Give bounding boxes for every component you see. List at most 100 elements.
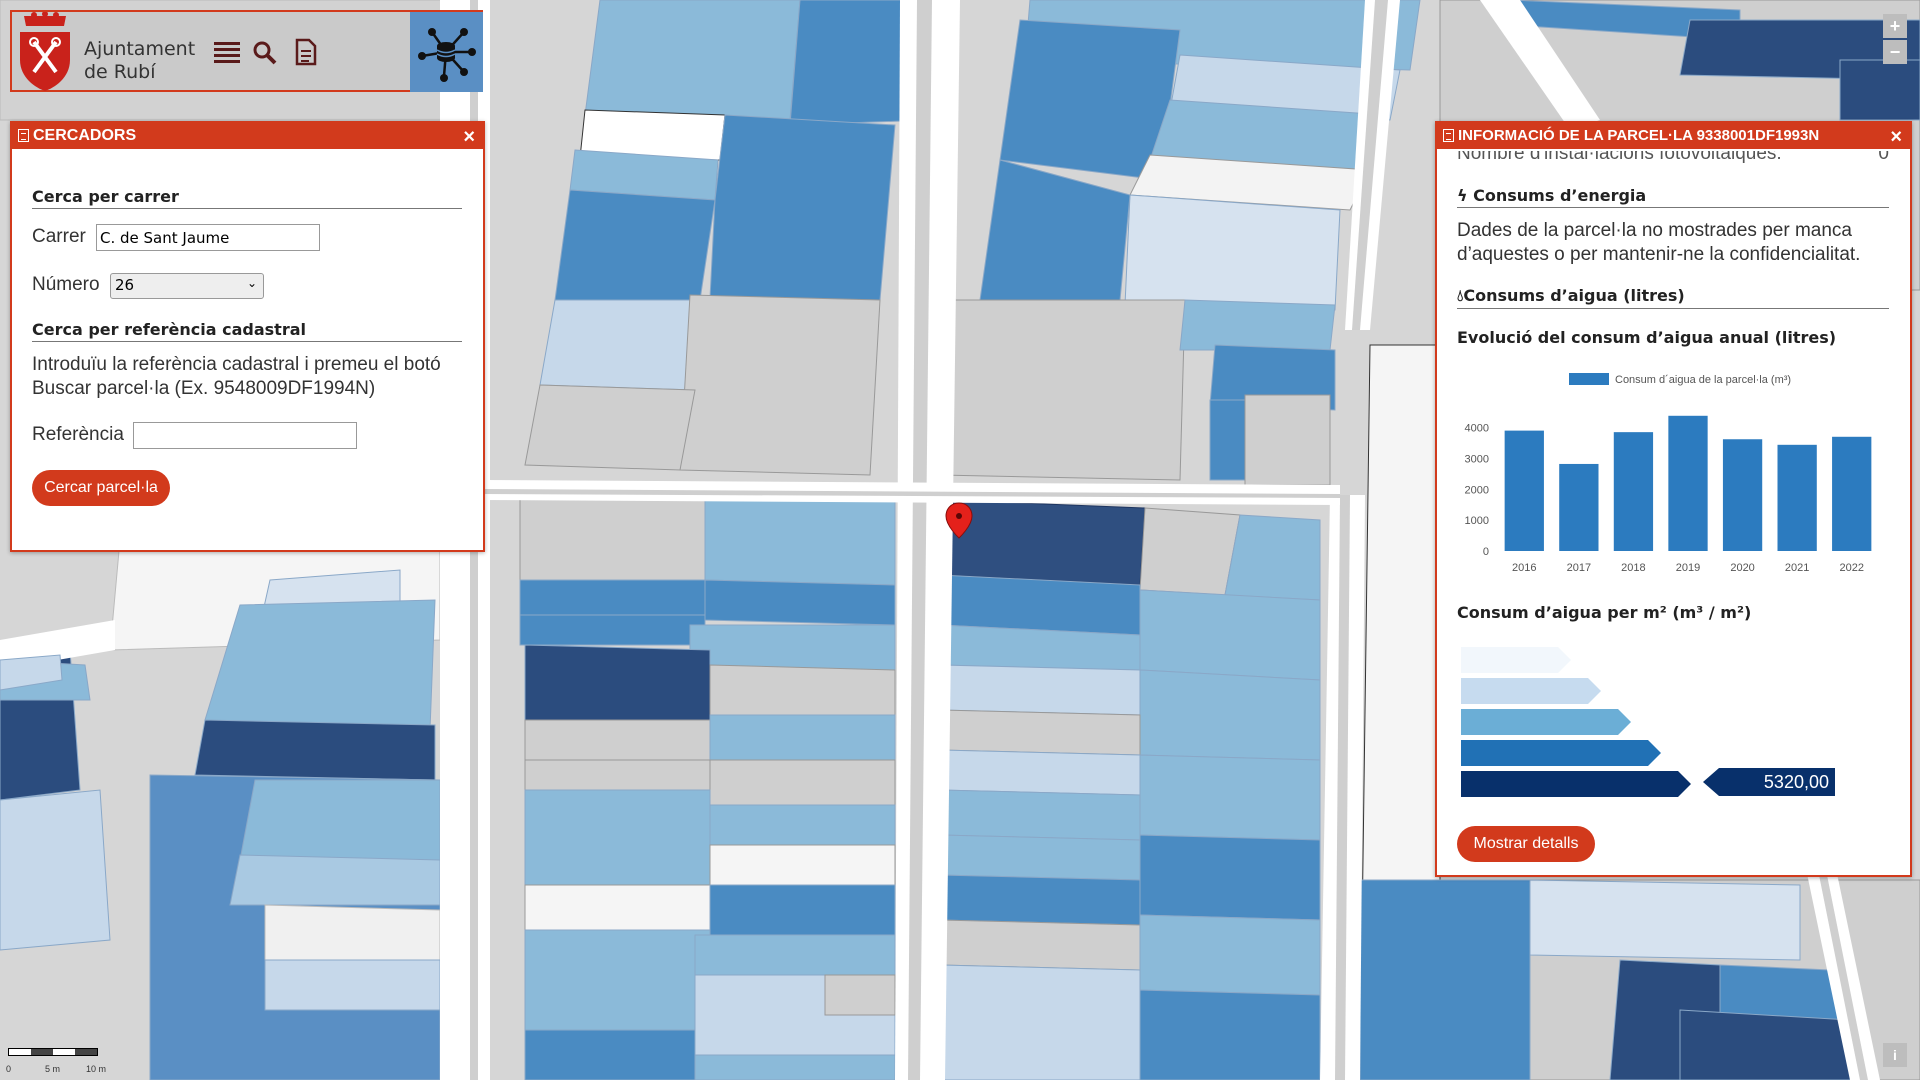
energy-heading: ϟ Consums d’energia — [1457, 186, 1889, 208]
map-parcel — [1224, 514, 1321, 601]
document-icon — [18, 129, 29, 142]
x-tick-label: 2020 — [1730, 562, 1754, 574]
map-parcel — [229, 854, 441, 906]
reference-input[interactable] — [133, 422, 357, 449]
street-input[interactable] — [96, 224, 320, 251]
show-details-button[interactable]: Mostrar detalls — [1457, 826, 1595, 862]
map-parcel — [1139, 754, 1321, 841]
map-parcel — [709, 844, 896, 886]
map-parcel — [679, 294, 881, 476]
number-select-value: 26 — [115, 276, 135, 294]
map-parcel — [939, 874, 1141, 926]
chevron-down-icon: ⌄ — [246, 276, 257, 290]
x-tick-label: 2018 — [1621, 562, 1645, 574]
map-parcel — [519, 494, 706, 581]
info-button[interactable]: i — [1883, 1043, 1907, 1067]
search-parcel-button[interactable]: Cercar parcel·la — [32, 470, 170, 506]
water-consumption-chart: Consum d´aigua de la parcel·la (m³) 0 1000… — [1465, 373, 1872, 574]
map-parcel — [694, 934, 896, 976]
per-m2-title: Consum d’aigua per m² (m³ / m²) — [1457, 603, 1752, 622]
close-icon[interactable]: × — [463, 126, 475, 148]
search-icon[interactable] — [252, 40, 278, 66]
reference-label: Referència — [32, 424, 124, 445]
pv-row: Nombre d'instal·lacions fotovoltaiques: … — [1457, 151, 1889, 165]
scale-label-0: 0 — [6, 1064, 12, 1074]
rating-arrow-4 — [1461, 740, 1661, 766]
water-heading: 💧︎Consums d’aigua (litres) — [1457, 286, 1889, 309]
chart-title: Evolució del consum d’aigua anual (litre… — [1457, 328, 1837, 347]
map-parcel — [939, 664, 1141, 716]
x-tick-label: 2022 — [1839, 562, 1863, 574]
x-tick-label: 2016 — [1512, 562, 1536, 574]
map-parcel — [1124, 194, 1341, 311]
municipal-logo[interactable] — [14, 11, 76, 92]
map-parcel — [264, 904, 441, 961]
parcel-info-title: INFORMACIÓ DE LA PARCEL·LA 9338001DF1993… — [1458, 127, 1820, 144]
map-parcel — [1839, 59, 1920, 121]
water-heading-text: Consums d’aigua (litres) — [1463, 286, 1685, 305]
bar-2017 — [1559, 463, 1599, 551]
map-parcel — [204, 599, 436, 731]
data-network-icon — [418, 28, 476, 82]
logo-line-2: de Rubí — [84, 61, 156, 83]
logo-line-1: Ajuntament — [84, 38, 196, 60]
map-parcel — [554, 189, 716, 301]
map-parcel — [519, 614, 706, 646]
document-icon[interactable] — [295, 38, 317, 66]
search-panel: CERCADORS × Cerca per carrer Carrer Núme… — [10, 121, 485, 552]
rating-arrow-3 — [1461, 709, 1631, 735]
lightning-icon: ϟ — [1457, 186, 1468, 205]
consumption-rating-scale — [1461, 647, 1681, 797]
close-icon[interactable]: × — [1890, 126, 1902, 148]
y-tick-label: 4000 — [1465, 423, 1489, 435]
map-parcel — [939, 789, 1141, 841]
map-parcel — [709, 714, 896, 761]
bar-2016 — [1504, 430, 1544, 551]
map-parcel — [709, 664, 896, 716]
menu-icon[interactable] — [214, 42, 240, 63]
cadastral-search-heading: Cerca per referència cadastral — [32, 320, 462, 342]
map-parcel — [539, 299, 701, 391]
street-label: Carrer — [32, 226, 86, 247]
number-select[interactable]: 26 ⌄ — [110, 273, 264, 299]
bar-2022 — [1832, 436, 1872, 551]
logo-text: Ajuntament de Rubí — [84, 38, 195, 84]
map-parcel — [524, 384, 696, 471]
parcel-info-panel: INFORMACIÓ DE LA PARCEL·LA 9338001DF1993… — [1435, 121, 1912, 877]
map-parcel — [1529, 879, 1801, 961]
map-parcel — [519, 579, 706, 616]
x-tick-label: 2019 — [1676, 562, 1700, 574]
map-parcel — [1139, 669, 1321, 761]
zoom-out-button[interactable]: − — [1883, 40, 1907, 64]
x-tick-label: 2021 — [1785, 562, 1809, 574]
map-parcel — [524, 929, 711, 1031]
energy-text: Dades de la parcel·la no mostrades per m… — [1457, 220, 1861, 265]
number-label: Número — [32, 274, 100, 295]
zoom-in-button[interactable]: + — [1883, 14, 1907, 38]
scale-label-10m: 10 m — [86, 1064, 107, 1074]
map-parcel — [1679, 1009, 1861, 1080]
map-parcel — [1139, 989, 1321, 1080]
map-parcel — [1179, 299, 1336, 351]
map-parcel — [1209, 399, 1246, 481]
map-parcel — [1139, 589, 1321, 681]
map-parcel — [0, 789, 111, 951]
map-parcel — [524, 884, 711, 931]
parcel-info-header: INFORMACIÓ DE LA PARCEL·LA 9338001DF1993… — [1437, 123, 1910, 149]
pv-value: 0 — [1878, 151, 1889, 164]
map-parcel — [524, 789, 711, 886]
bar-2021 — [1777, 444, 1817, 551]
map-parcel — [709, 804, 896, 846]
map-parcel — [939, 964, 1141, 1080]
y-tick-label: 0 — [1483, 546, 1489, 558]
map-parcel — [524, 644, 711, 721]
y-tick-label: 3000 — [1465, 453, 1489, 465]
map-parcel — [1139, 507, 1241, 596]
map-parcel — [524, 719, 711, 761]
map-parcel — [704, 494, 896, 586]
data-network-button[interactable] — [410, 12, 483, 92]
document-icon — [1443, 129, 1454, 142]
parcel-info-body[interactable]: Nombre d'instal·lacions fotovoltaiques: … — [1437, 151, 1910, 873]
map-parcel — [1719, 964, 1841, 1021]
rating-arrow-1 — [1461, 647, 1571, 673]
